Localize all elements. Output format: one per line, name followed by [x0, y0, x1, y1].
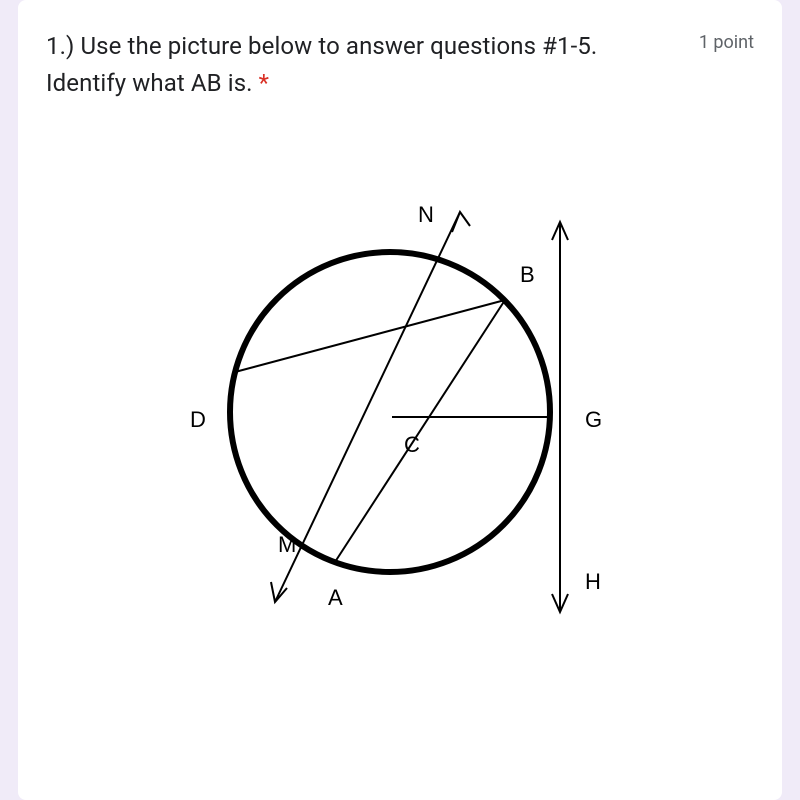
- label-c: C: [404, 432, 420, 457]
- question-card: 1.) Use the picture below to answer ques…: [18, 0, 782, 800]
- label-m: M: [278, 532, 296, 557]
- label-n: N: [418, 202, 434, 227]
- label-d: D: [190, 407, 206, 432]
- label-h: H: [585, 569, 601, 594]
- secant-mn: [275, 212, 460, 602]
- question-text: 1.) Use the picture below to answer ques…: [46, 28, 675, 102]
- label-a: A: [328, 585, 343, 610]
- required-asterisk: *: [259, 69, 269, 97]
- diagram-container: N B D C G M A H: [46, 182, 754, 652]
- question-body: 1.) Use the picture below to answer ques…: [46, 32, 597, 97]
- label-g: G: [585, 407, 602, 432]
- question-points: 1 point: [699, 28, 754, 53]
- circle-diagram: N B D C G M A H: [160, 182, 640, 652]
- label-b: B: [520, 262, 535, 287]
- question-header: 1.) Use the picture below to answer ques…: [46, 28, 754, 102]
